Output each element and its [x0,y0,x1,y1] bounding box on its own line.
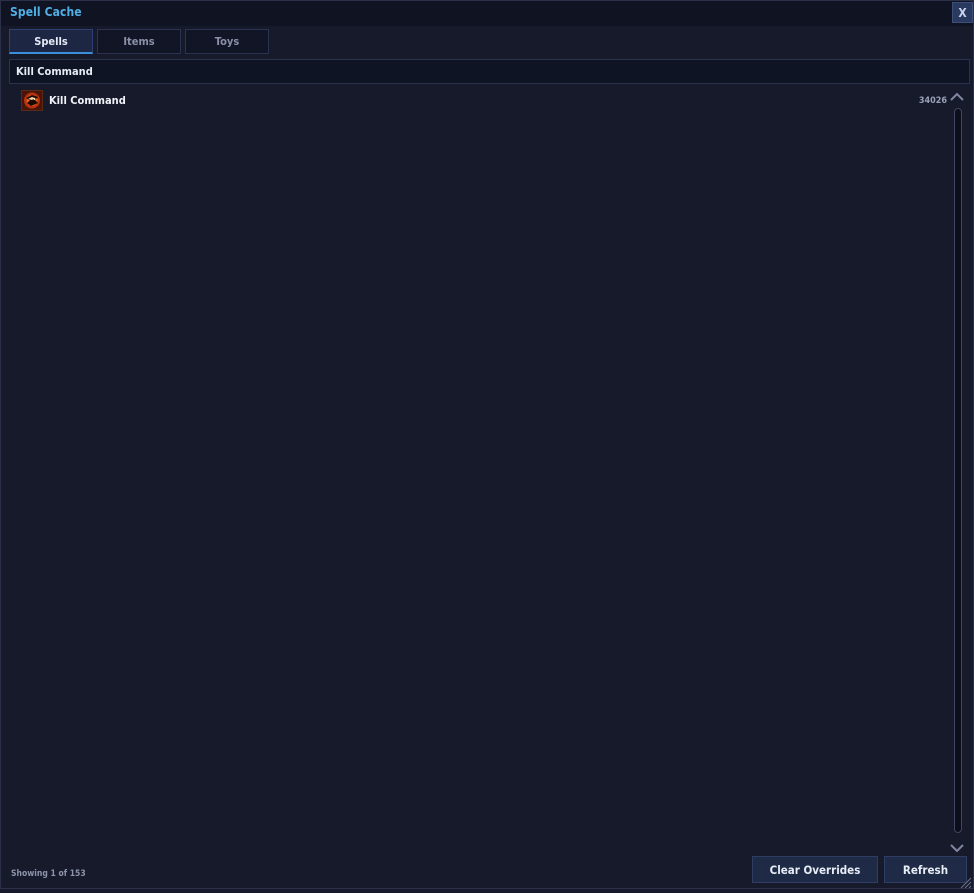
tab-toys[interactable]: Toys [185,29,269,54]
scrollbar-track[interactable] [954,108,962,833]
list-item[interactable]: Kill Command 34026 [21,90,947,112]
tab-items[interactable]: Items [97,29,181,54]
status-text: Showing 1 of 153 [11,869,86,879]
refresh-button[interactable]: Refresh [884,856,967,883]
scroll-down-icon[interactable] [949,839,965,853]
search-input[interactable]: Kill Command [9,59,970,84]
tab-spells[interactable]: Spells [9,29,93,54]
clear-overrides-button[interactable]: Clear Overrides [752,856,878,883]
spell-id: 34026 [918,96,947,106]
resize-grip-icon[interactable] [959,874,972,889]
title-bar[interactable]: Spell Cache [1,1,973,26]
close-button[interactable]: X [952,2,973,23]
spell-name: Kill Command [49,94,126,107]
window-title: Spell Cache [10,5,82,19]
scroll-up-icon[interactable] [949,88,965,101]
spell-cache-window: Spell Cache X Spells Items Toys Kill Com… [0,0,974,889]
kill-command-spell-icon [21,90,43,111]
